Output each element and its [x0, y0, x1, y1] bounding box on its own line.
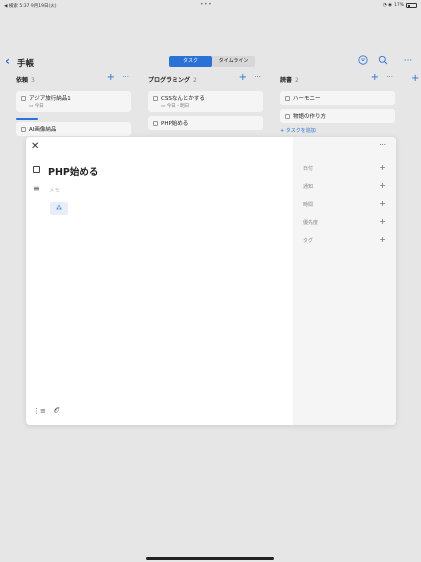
task-title: アジア旅行納品1 [29, 96, 71, 102]
close-icon[interactable]: ✕ [31, 141, 39, 152]
column-count: 2 [295, 77, 299, 84]
home-indicator[interactable] [146, 557, 274, 560]
task-card[interactable]: CSSなんとかする ▭ 今日 - 明日 [148, 91, 263, 112]
column-title: プログラミング [148, 77, 191, 84]
memo-field[interactable]: メモ [49, 186, 60, 194]
task-card[interactable]: PHP始める [148, 116, 263, 130]
column-reading: 読書 2 + ··· ハーモニー 物語の作り方 + タスクを追加 [280, 72, 395, 134]
add-tag-icon[interactable]: + [379, 235, 386, 244]
add-notification-icon[interactable]: + [379, 181, 386, 190]
task-checkbox[interactable] [21, 96, 26, 101]
task-checkbox[interactable] [33, 166, 40, 173]
add-task-icon[interactable]: + [239, 72, 247, 83]
more-icon[interactable]: ··· [402, 55, 414, 67]
task-card[interactable]: AI画像納品 [16, 122, 131, 136]
task-checkbox[interactable] [285, 114, 290, 119]
time-date: 5:37 9月19日(火) [19, 4, 57, 9]
column-header: 依頼 3 + ··· [16, 72, 131, 87]
multitask-dots[interactable]: ••• [200, 1, 212, 8]
add-column-icon[interactable]: + [411, 73, 419, 84]
column-more-icon[interactable]: ··· [386, 73, 393, 81]
task-title: 物語の作り方 [293, 114, 327, 120]
progress-bar [16, 118, 38, 120]
column-more-icon[interactable]: ··· [122, 73, 129, 81]
task-detail-modal: ✕ PHP始める ≡ メモ ⁂ ⋮≡ 𝒪 ··· 日付 + 通知 + 時間 + 優先度… [26, 137, 396, 425]
page-title: 手帳 [17, 59, 35, 69]
add-date-icon[interactable]: + [379, 163, 386, 172]
property-tag[interactable]: タグ + [303, 235, 386, 244]
column-irai: 依頼 3 + ··· アジア旅行納品1 ▭ 今日 AI画像納品 [16, 72, 131, 136]
tab-timeline[interactable]: タイムライン [212, 56, 255, 67]
column-programming: プログラミング 2 + ··· CSSなんとかする ▭ 今日 - 明日 PHP始め… [148, 72, 263, 130]
back-to-app[interactable]: ◀ 検索 [4, 4, 18, 9]
tab-tasks[interactable]: タスク [169, 56, 212, 67]
task-date: ▭ 今日 - 明日 [161, 104, 190, 109]
task-card[interactable]: アジア旅行納品1 ▭ 今日 [16, 91, 131, 112]
task-card[interactable]: 物語の作り方 [280, 109, 395, 123]
task-checkbox[interactable] [285, 96, 290, 101]
task-title: AI画像納品 [29, 127, 57, 133]
status-bar: ◀ 検索 5:37 9月19日(火) ••• ◔ ◉ 17% [0, 0, 421, 12]
modal-more-icon[interactable]: ··· [379, 141, 386, 149]
status-right: ◔ ◉ 17% [383, 3, 417, 8]
column-count: 2 [193, 77, 197, 84]
view-segmented-control: タスク タイムライン [169, 56, 255, 67]
add-time-icon[interactable]: + [379, 199, 386, 208]
add-task-icon[interactable]: + [107, 72, 115, 83]
column-count: 3 [31, 77, 35, 84]
ai-assist-icon[interactable]: ⁂ [50, 202, 68, 215]
property-date[interactable]: 日付 + [303, 163, 386, 172]
add-priority-icon[interactable]: + [379, 217, 386, 226]
property-priority[interactable]: 優先度 + [303, 217, 386, 226]
filter-icon[interactable] [357, 55, 369, 67]
task-date: ▭ 今日 [29, 104, 44, 109]
task-card[interactable]: ハーモニー [280, 91, 395, 105]
property-time[interactable]: 時間 + [303, 199, 386, 208]
battery-icon [406, 3, 417, 8]
wifi-icon: ◔ ◉ [382, 3, 392, 8]
status-left: ◀ 検索 5:37 9月19日(火) [4, 3, 56, 9]
attachment-icon[interactable]: 𝒪 [54, 406, 59, 416]
properties-panel: ··· 日付 + 通知 + 時間 + 優先度 + タグ + [293, 137, 396, 425]
column-header: プログラミング 2 + ··· [148, 72, 263, 87]
battery-percent: 17% [393, 3, 404, 8]
add-task-link[interactable]: + タスクを追加 [280, 127, 395, 134]
add-task-icon[interactable]: + [371, 72, 379, 83]
property-notification[interactable]: 通知 + [303, 181, 386, 190]
task-checkbox[interactable] [153, 121, 158, 126]
search-icon[interactable] [377, 55, 389, 67]
column-title: 依頼 [16, 77, 29, 84]
task-title: ハーモニー [293, 96, 321, 102]
subtask-list-icon[interactable]: ⋮≡ [33, 407, 46, 415]
back-chevron-icon[interactable]: ‹ [5, 54, 10, 68]
task-checkbox[interactable] [21, 127, 26, 132]
column-more-icon[interactable]: ··· [254, 73, 261, 81]
app-header: ‹ 手帳 タスク タイムライン ··· [0, 52, 421, 72]
task-title: CSSなんとかする [161, 96, 205, 102]
task-checkbox[interactable] [153, 96, 158, 101]
column-header: 読書 2 + ··· [280, 72, 395, 87]
column-title: 読書 [280, 77, 293, 84]
task-title: PHP始める [161, 121, 189, 127]
memo-icon: ≡ [33, 184, 40, 193]
task-title-input[interactable]: PHP始める [48, 164, 98, 178]
